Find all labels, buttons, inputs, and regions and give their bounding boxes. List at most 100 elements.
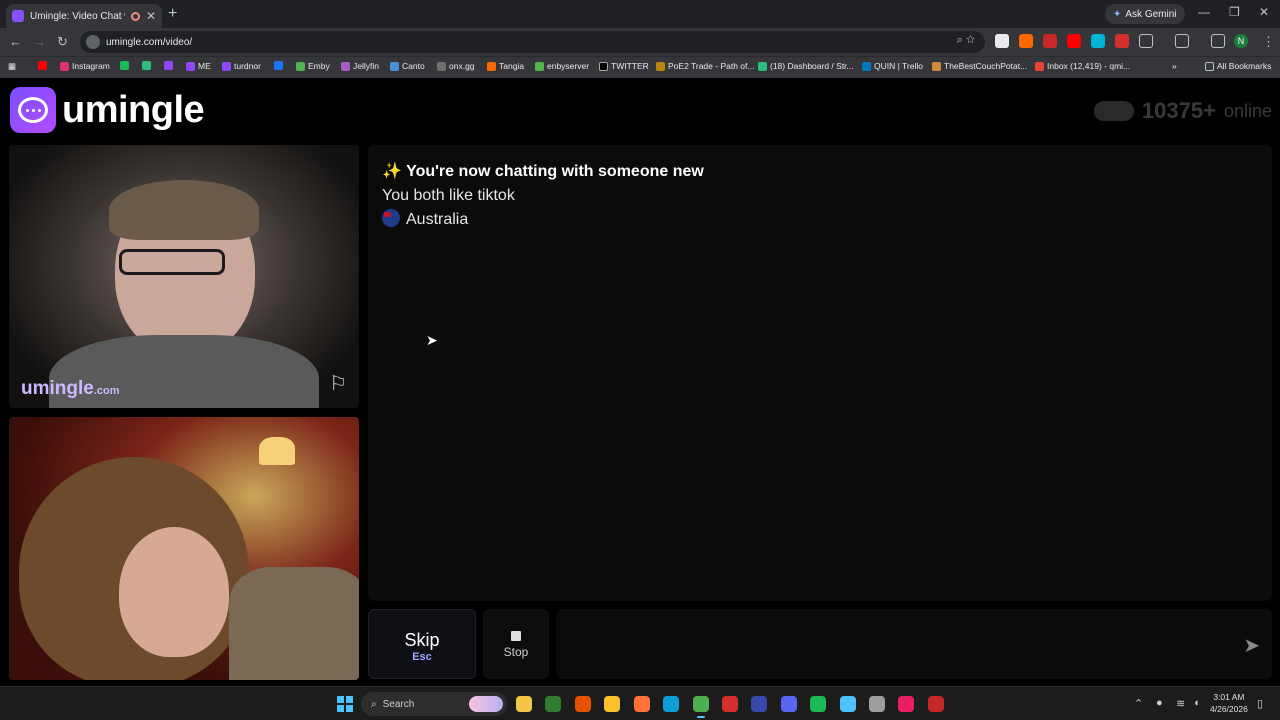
extension-tag-icon[interactable] [1115,34,1129,48]
sticky-notes-icon[interactable] [604,696,620,712]
online-toggle[interactable] [1093,101,1134,121]
extension-red-icon[interactable] [1043,34,1057,48]
windows-taskbar: ⌕ Search ⌃ ● ≋ ◖ 3:01 AM 4/26/2026 ▯ [0,686,1280,720]
recording-icon [130,11,140,21]
stranger-glasses [119,249,225,275]
umingle-watermark: umingle.com [21,378,120,399]
wifi-icon[interactable]: ≋ [1176,697,1185,710]
browser-tab-bar: Umingle: Video Chat with S ✕ + ✦ Ask Gem… [0,0,1280,28]
bookmark-emby[interactable]: Emby [296,61,330,71]
skip-button[interactable]: Skip Esc [368,609,476,679]
bookmark-canto[interactable]: Canto [390,61,425,71]
online-indicator: 10375+ online [1093,98,1272,124]
stop-button[interactable]: Stop [483,609,549,679]
app-orange-icon[interactable] [575,696,591,712]
mouse-cursor-icon: ➤ [426,332,438,348]
ask-gemini-label: Ask Gemini [1125,8,1177,20]
chrome-icon[interactable] [693,696,709,718]
skip-label: Skip [404,630,440,650]
zoom-and-bookmark-icons[interactable]: ⌕ ☆ [957,34,975,47]
discord-icon[interactable] [781,696,797,712]
umingle-favicon-icon [12,10,24,22]
extension-youtube-icon[interactable] [1067,34,1081,48]
extension-fox-icon[interactable] [1019,34,1033,48]
self-video [9,417,359,680]
microphone-icon[interactable]: ● [1156,697,1163,709]
bookmark-onx[interactable]: onx.gg [437,61,475,71]
bookmark-couchpotato[interactable]: TheBestCouchPotat... [932,61,1027,71]
lamp [259,437,295,465]
app-red-icon[interactable] [928,696,944,712]
new-tab-button[interactable]: + [168,5,177,23]
spotify-icon[interactable] [810,696,826,712]
apps-grid-icon[interactable]: ▦ [8,61,16,72]
umingle-logo[interactable]: umingle [10,87,205,133]
bookmark-trello[interactable]: QUIN | Trello [862,61,923,71]
bookmark-enbyserver[interactable]: enbyserver [535,61,589,71]
firefox-icon[interactable] [634,696,650,712]
bookmark-facebook[interactable] [274,61,283,70]
profile-avatar[interactable]: N [1234,34,1248,48]
bookmark-instagram[interactable]: Instagram [60,61,110,71]
ask-gemini-button[interactable]: ✦ Ask Gemini [1105,4,1185,24]
media-player-icon[interactable] [545,696,561,712]
media-controls-icon[interactable] [1211,34,1225,48]
url-text: umingle.com/video/ [106,36,193,48]
tray-chevron-icon[interactable]: ⌃ [1134,697,1143,710]
bookmark-app[interactable] [142,61,151,70]
app-gray-icon[interactable] [869,696,885,712]
windows-start-icon[interactable] [337,696,353,712]
report-flag-icon[interactable]: ⚐ [329,371,347,396]
bookmarks-bar: ▦ Instagram ME turdnor Emby Jellyfin Can… [0,56,1280,78]
bookmark-poe2-trade[interactable]: PoE2 Trade - Path of... [656,61,754,71]
bookmark-me[interactable]: ME [186,61,211,71]
chat-bubble-logo-icon [10,87,56,133]
clock-time: 3:01 AM [1213,692,1245,702]
tab-close-icon[interactable]: ✕ [146,9,156,23]
australia-flag-icon [382,209,400,227]
file-explorer-icon[interactable] [516,696,532,712]
message-input[interactable]: ➤ [556,609,1272,679]
notepad-icon[interactable] [840,696,856,712]
clock-date: 4/26/2026 [1210,704,1248,714]
bookmark-turdnor[interactable]: turdnor [222,61,261,71]
menu-kebab-icon[interactable]: ⋮ [1262,34,1275,50]
tiktok-icon[interactable] [898,696,914,712]
bookmark-spotify[interactable] [120,61,129,70]
app-blue-icon[interactable] [751,696,767,712]
logo-text: umingle [62,88,205,131]
minimize-button[interactable]: — [1198,5,1210,19]
address-bar[interactable]: umingle.com/video/ ⌕ ☆ [80,31,985,53]
maximize-button[interactable]: ❐ [1229,5,1240,19]
volume-icon[interactable]: ◖ [1193,697,1200,709]
extensions-puzzle-icon[interactable] [1139,34,1153,48]
edge-icon[interactable] [663,696,679,712]
bookmark-twitter[interactable]: TWITTER [599,61,649,71]
notifications-icon[interactable]: ▯ [1257,697,1263,710]
bookmark-jellyfin[interactable]: Jellyfin [341,61,379,71]
bookmark-inbox[interactable]: Inbox (12,419) - qmi... [1035,61,1130,71]
taskbar-search[interactable]: ⌕ Search [361,692,507,716]
side-panel-icon[interactable] [1175,34,1189,48]
send-icon[interactable]: ➤ [1243,633,1260,658]
stranger-video: umingle.com ⚐ [9,145,359,408]
site-info-icon[interactable] [86,35,100,49]
opera-icon[interactable] [722,696,738,712]
bookmark-dashboard[interactable]: (18) Dashboard / Str... [758,61,854,71]
forward-arrow-icon[interactable]: → [33,34,46,50]
close-window-button[interactable]: ✕ [1259,5,1269,19]
chat-status-message: ✨ You're now chatting with someone new [382,163,704,180]
reload-icon[interactable]: ↻ [57,34,68,50]
system-clock[interactable]: 3:01 AM 4/26/2026 [1210,691,1248,715]
search-highlight-image [469,696,503,712]
browser-tab[interactable]: Umingle: Video Chat with S ✕ [6,4,162,28]
taskbar-search-label: Search [382,698,415,710]
extension-7tv-icon[interactable] [1091,34,1105,48]
extension-k-icon[interactable] [995,34,1009,48]
more-bookmarks-chevron-icon[interactable]: » [1172,61,1177,71]
bookmark-tangia[interactable]: Tangia [487,61,524,71]
bookmark-twitch[interactable] [164,61,173,70]
back-arrow-icon[interactable]: ← [9,34,22,50]
bookmark-youtube[interactable] [38,61,47,70]
all-bookmarks-folder[interactable]: All Bookmarks [1205,61,1271,71]
